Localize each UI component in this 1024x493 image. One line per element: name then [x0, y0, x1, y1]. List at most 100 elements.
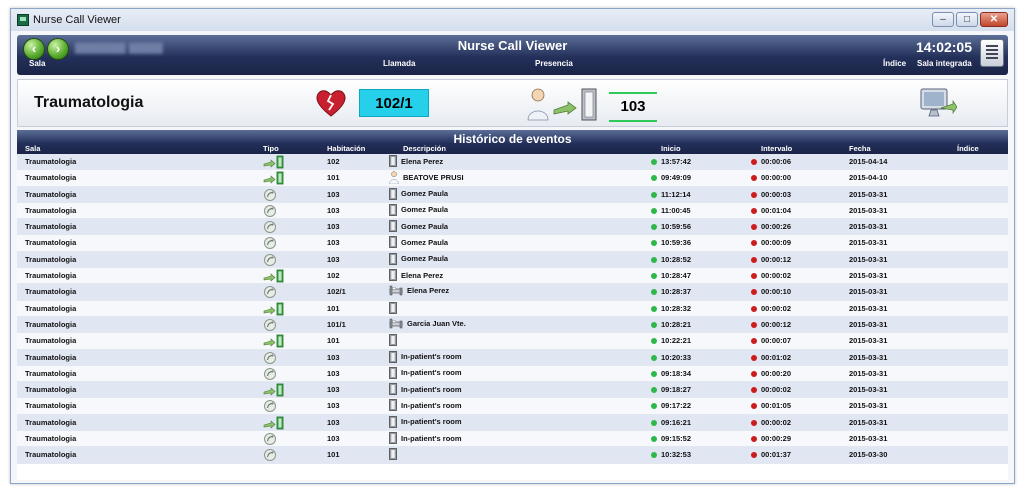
cell-descripcion: In-patient's room: [389, 350, 462, 363]
col-habitacion[interactable]: Habitación: [327, 144, 365, 153]
history-panel: Histórico de eventos Sala Tipo Habitació…: [17, 130, 1008, 480]
title-bar[interactable]: Nurse Call Viewer – □ ✕: [11, 9, 1014, 31]
cell-fecha: 2015-03-31: [849, 271, 888, 281]
table-row[interactable]: Traumatologia 101 10:28:32 00:00:02 2015-03-…: [17, 300, 1008, 317]
cell-habitacion: 103: [327, 254, 340, 264]
table-row[interactable]: Traumatologia 103 Gomez Paula 11:12:14 00:00…: [17, 186, 1008, 203]
interval-status-dot: [751, 256, 757, 263]
cell-intervalo-text: 00:01:37: [761, 450, 792, 460]
table-row[interactable]: Traumatologia 101 10:22:21 00:00:07 2015-03-…: [17, 333, 1008, 350]
cell-sala: Traumatologia: [25, 352, 77, 362]
cell-inicio-text: 09:49:09: [661, 173, 692, 183]
minimize-button[interactable]: –: [932, 12, 954, 27]
header-label-presencia: Presencia: [535, 59, 573, 68]
nurse-presence-icon: [527, 88, 597, 121]
cell-intervalo: 00:01:05: [751, 401, 791, 410]
door-icon: [389, 301, 397, 314]
document-icon[interactable]: [980, 39, 1004, 67]
cell-descripcion: Elena Perez: [389, 285, 449, 296]
presence-arrow-door-icon: [263, 155, 285, 169]
col-descripcion[interactable]: Descripción: [403, 144, 446, 153]
cell-fecha: 2015-03-31: [849, 205, 888, 215]
cell-intervalo-text: 00:01:05: [761, 401, 792, 411]
broken-heart-icon: [316, 90, 346, 117]
cell-descripcion: [389, 448, 401, 461]
cell-inicio-text: 11:12:14: [661, 189, 691, 199]
cell-intervalo-text: 00:00:03: [761, 189, 792, 199]
app-window: Nurse Call Viewer – □ ✕ ‹ › ▇▇▇▇▇▇ ▇▇▇▇ …: [10, 8, 1015, 484]
start-status-dot: [651, 387, 657, 394]
cell-intervalo-text: 00:00:02: [761, 303, 792, 313]
cell-intervalo-text: 00:00:07: [761, 336, 792, 346]
col-fecha[interactable]: Fecha: [849, 144, 871, 153]
current-sala: Traumatologia: [34, 94, 144, 111]
cell-habitacion: 103: [327, 401, 340, 411]
cell-inicio: 10:28:52: [651, 255, 691, 264]
cell-descripcion-text: In-patient's room: [401, 384, 462, 394]
col-sala[interactable]: Sala: [25, 144, 40, 153]
col-intervalo[interactable]: Intervalo: [761, 144, 792, 153]
table-row[interactable]: Traumatologia 103 In-patient's room 09:18:2…: [17, 382, 1008, 399]
door-icon: [389, 399, 397, 412]
table-row[interactable]: Traumatologia 103 Gomez Paula 10:59:36 00:00…: [17, 235, 1008, 252]
presencia-badge[interactable]: 103: [609, 92, 657, 122]
start-status-dot: [651, 256, 657, 263]
maximize-button[interactable]: □: [956, 12, 978, 27]
cell-intervalo: 00:00:02: [751, 271, 791, 280]
cell-inicio: 10:28:47: [651, 271, 691, 280]
cell-inicio: 09:15:52: [651, 434, 691, 443]
cell-inicio-text: 10:28:21: [661, 319, 692, 329]
col-inicio[interactable]: Inicio: [661, 144, 681, 153]
cell-fecha: 2015-03-31: [849, 434, 888, 444]
table-row[interactable]: Traumatologia 103 In-patient's room 09:16:2…: [17, 414, 1008, 432]
table-row[interactable]: Traumatologia 103 Gomez Paula 10:28:52 00:00…: [17, 251, 1008, 269]
table-row[interactable]: Traumatologia 103 In-patient's room 09:17:2…: [17, 398, 1008, 415]
cell-inicio-text: 10:32:53: [661, 450, 692, 460]
cell-fecha: 2015-03-31: [849, 417, 888, 427]
cell-descripcion: In-patient's room: [389, 366, 462, 379]
cell-habitacion: 103: [327, 205, 340, 215]
cell-intervalo: 00:00:02: [751, 418, 791, 427]
table-row[interactable]: Traumatologia 101/1 Garcia Juan Vte. 10:28:…: [17, 316, 1008, 334]
start-status-dot: [651, 436, 657, 443]
cell-intervalo-text: 00:00:12: [761, 254, 792, 264]
cell-fecha: 2015-03-31: [849, 352, 888, 362]
cell-habitacion: 102/1: [327, 287, 346, 297]
cell-sala: Traumatologia: [25, 173, 77, 183]
nurse-icon: [389, 171, 399, 185]
llamada-badge[interactable]: 102/1: [359, 89, 429, 117]
table-row[interactable]: Traumatologia 101 BEATOVE PRUSI 09:49:09 00:…: [17, 170, 1008, 187]
table-row[interactable]: Traumatologia 102/1 Elena Perez 10:28:37 00:…: [17, 284, 1008, 301]
cell-intervalo-text: 00:00:20: [761, 368, 792, 378]
col-tipo[interactable]: Tipo: [263, 144, 279, 153]
cell-intervalo: 00:00:10: [751, 287, 791, 296]
cell-descripcion-text: Gomez Paula: [401, 221, 449, 231]
close-button[interactable]: ✕: [980, 12, 1008, 27]
table-row[interactable]: Traumatologia 103 In-patient's room 09:15:5…: [17, 431, 1008, 448]
cell-intervalo-text: 00:01:02: [761, 352, 792, 362]
interval-status-dot: [751, 321, 757, 328]
door-icon: [389, 269, 397, 281]
table-row[interactable]: Traumatologia 101 10:32:53 00:01:37 2015-03-…: [17, 447, 1008, 464]
cell-intervalo: 00:01:02: [751, 353, 791, 362]
cell-fecha: 2015-03-31: [849, 254, 888, 264]
call-button-icon: [263, 285, 277, 299]
cell-inicio-text: 13:57:42: [661, 157, 692, 166]
table-row[interactable]: Traumatologia 102 Elena Perez 10:28:47 00:00…: [17, 268, 1008, 285]
cell-inicio-text: 10:28:32: [661, 303, 692, 313]
table-row[interactable]: Traumatologia 103 In-patient's room 09:18:3…: [17, 365, 1008, 383]
cell-sala: Traumatologia: [25, 157, 77, 166]
cell-fecha: 2015-03-31: [849, 336, 888, 346]
table-row[interactable]: Traumatologia 103 In-patient's room 10:20:3…: [17, 349, 1008, 366]
cell-intervalo: 00:00:29: [751, 434, 791, 443]
cell-intervalo-text: 00:00:06: [761, 157, 792, 166]
cell-inicio: 10:28:32: [651, 304, 691, 313]
monitor-icon[interactable]: [917, 86, 957, 122]
table-row[interactable]: Traumatologia 102 Elena Perez 13:57:42 00:00…: [17, 154, 1008, 171]
table-row[interactable]: Traumatologia 103 Gomez Paula 10:59:56 00:00…: [17, 219, 1008, 236]
col-indice[interactable]: Índice: [957, 144, 979, 153]
cell-fecha: 2015-03-31: [849, 401, 888, 411]
cell-descripcion-text: Gomez Paula: [401, 205, 449, 215]
table-row[interactable]: Traumatologia 103 Gomez Paula 11:00:45 00:01…: [17, 202, 1008, 220]
presence-arrow-door-icon: [263, 416, 285, 430]
